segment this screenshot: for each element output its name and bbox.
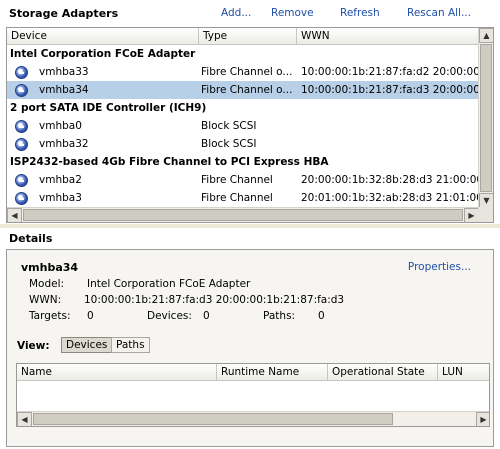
grid-header: Device Type WWN — [7, 28, 479, 45]
adapter-group-header[interactable]: ISP2432-based 4Gb Fibre Channel to PCI E… — [7, 153, 479, 171]
arrow-down-icon[interactable]: ▼ — [479, 193, 493, 208]
adapter-wwn-cell: 10:00:00:1b:21:87:fa:d3 20:00:00:1b:21:8… — [301, 84, 479, 96]
storage-adapter-icon — [15, 174, 28, 187]
view-devices-button[interactable]: Devices — [61, 337, 113, 353]
adapter-group-header[interactable]: Intel Corporation FCoE Adapter — [7, 45, 479, 63]
refresh-link[interactable]: Refresh — [340, 7, 380, 19]
horizontal-scroll-thumb[interactable] — [23, 209, 463, 221]
adapter-type-cell: Fibre Channel o... — [201, 66, 293, 78]
storage-adapter-icon — [15, 84, 28, 97]
storage-adapter-icon — [15, 120, 28, 133]
devices-label: Devices: — [147, 310, 192, 322]
vertical-scroll-thumb[interactable] — [480, 44, 492, 192]
paths-label: Paths: — [263, 310, 296, 322]
pane-splitter[interactable] — [0, 224, 500, 228]
selected-adapter-name: vmhba34 — [21, 261, 79, 274]
vertical-scrollbar[interactable]: ▲ ▼ — [478, 28, 493, 208]
column-header-type[interactable]: Type — [199, 28, 297, 45]
column-header-device[interactable]: Device — [7, 28, 199, 45]
targets-value: 0 — [87, 310, 94, 322]
adapter-device-cell: vmhba34 — [39, 84, 89, 96]
wwn-label: WWN: — [29, 294, 62, 306]
horizontal-scrollbar[interactable]: ◀ ▶ — [7, 207, 479, 222]
scroll-corner — [478, 207, 493, 222]
adapter-wwn-cell: 10:00:00:1b:21:87:fa:d2 20:00:00:1b:21:8… — [301, 66, 479, 78]
adapter-wwn-cell: 20:01:00:1b:32:ab:28:d3 21:01:00:1b:32:a… — [301, 192, 479, 204]
arrow-right-icon[interactable]: ▶ — [464, 208, 479, 222]
adapter-wwn-cell — [301, 135, 479, 153]
arrow-left-icon[interactable]: ◀ — [7, 208, 22, 222]
rescan-all-link[interactable]: Rescan All... — [407, 7, 471, 19]
adapter-device-cell: vmhba0 — [39, 120, 82, 132]
wwn-value: 10:00:00:1b:21:87:fa:d3 20:00:00:1b:21:8… — [84, 294, 345, 306]
storage-adapters-title: Storage Adapters — [9, 7, 119, 20]
storage-adapters-header: Storage Adapters Add... Remove Refresh R… — [0, 0, 500, 26]
adapter-device-cell: vmhba33 — [39, 66, 89, 78]
adapter-device-cell: vmhba2 — [39, 174, 82, 186]
targets-label: Targets: — [29, 310, 71, 322]
storage-adapters-grid: Device Type WWN Intel Corporation FCoE A… — [6, 27, 494, 223]
model-value: Intel Corporation FCoE Adapter — [87, 278, 251, 290]
arrow-left-icon[interactable]: ◀ — [17, 412, 32, 426]
view-label: View: — [17, 340, 50, 352]
arrow-right-icon[interactable]: ▶ — [476, 412, 489, 426]
remove-link[interactable]: Remove — [271, 7, 314, 19]
adapter-device-cell: vmhba32 — [39, 138, 89, 150]
add-link[interactable]: Add... — [221, 7, 251, 19]
adapter-type-cell: Fibre Channel — [201, 174, 273, 186]
details-panel: vmhba34 Properties... Model: Intel Corpo… — [6, 249, 494, 447]
adapter-type-cell: Block SCSI — [201, 120, 257, 132]
properties-link[interactable]: Properties... — [408, 261, 471, 273]
devices-horizontal-scroll-thumb[interactable] — [33, 413, 393, 425]
adapter-row[interactable]: vmhba0 Block SCSI — [7, 117, 479, 135]
adapter-wwn-cell — [301, 117, 479, 135]
model-label: Model: — [29, 278, 65, 290]
storage-adapter-icon — [15, 66, 28, 79]
column-header-runtime-name[interactable]: Runtime Name — [217, 364, 328, 381]
devices-value: 0 — [203, 310, 210, 322]
grid-body: Intel Corporation FCoE Adapter vmhba33 Fib… — [7, 45, 479, 207]
devices-grid: Name Runtime Name Operational State LUN … — [16, 363, 490, 427]
column-header-wwn[interactable]: WWN — [297, 28, 479, 45]
column-header-lun[interactable]: LUN — [438, 364, 489, 381]
adapter-type-cell: Block SCSI — [201, 138, 257, 150]
details-title: Details — [9, 232, 53, 245]
adapter-row[interactable]: vmhba33 Fibre Channel o... 10:00:00:1b:21:… — [7, 63, 479, 81]
devices-grid-header: Name Runtime Name Operational State LUN — [17, 364, 489, 381]
adapter-row[interactable]: vmhba2 Fibre Channel 20:00:00:1b:32:8b:28:… — [7, 171, 479, 189]
storage-adapter-icon — [15, 138, 28, 151]
arrow-up-icon[interactable]: ▲ — [479, 28, 493, 43]
adapter-type-cell: Fibre Channel o... — [201, 84, 293, 96]
devices-horizontal-scrollbar[interactable]: ◀ ▶ — [17, 411, 489, 426]
column-header-name[interactable]: Name — [17, 364, 217, 381]
view-paths-button[interactable]: Paths — [111, 337, 150, 353]
adapter-type-cell: Fibre Channel — [201, 192, 273, 204]
adapter-row[interactable]: vmhba32 Block SCSI — [7, 135, 479, 153]
column-header-operational-state[interactable]: Operational State — [328, 364, 438, 381]
paths-value: 0 — [318, 310, 325, 322]
adapter-row[interactable]: vmhba34 Fibre Channel o... 10:00:00:1b:21:… — [7, 81, 479, 99]
storage-adapter-icon — [15, 192, 28, 205]
adapter-group-header[interactable]: 2 port SATA IDE Controller (ICH9) — [7, 99, 479, 117]
adapter-wwn-cell: 20:00:00:1b:32:8b:28:d3 21:00:00:1b:32:8… — [301, 174, 479, 186]
adapter-row[interactable]: vmhba3 Fibre Channel 20:01:00:1b:32:ab:28:… — [7, 189, 479, 207]
adapter-device-cell: vmhba3 — [39, 192, 82, 204]
